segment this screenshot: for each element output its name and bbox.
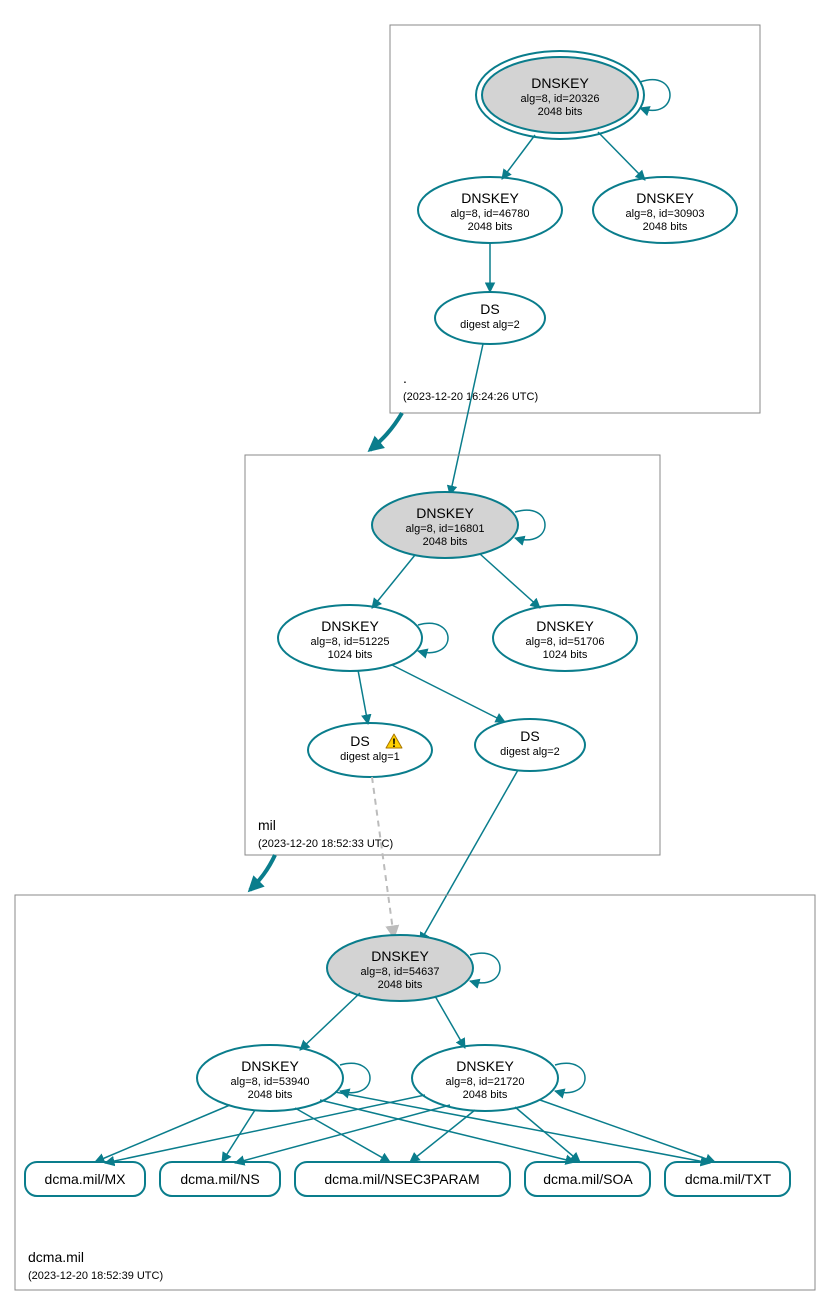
svg-text:1024 bits: 1024 bits [328,649,373,661]
node-dcma-zsk1: DNSKEY alg=8, id=53940 2048 bits [197,1045,343,1111]
svg-text:alg=8, id=20326: alg=8, id=20326 [521,93,600,105]
svg-text:DNSKEY: DNSKEY [461,190,519,206]
svg-text:DS: DS [480,301,499,317]
node-dcma-ns: dcma.mil/NS [160,1162,280,1196]
zone-mil: mil (2023-12-20 18:52:33 UTC) DNSKEY alg… [245,455,660,855]
svg-text:DNSKEY: DNSKEY [241,1058,299,1074]
edge-milds1-to-dcmaksk [372,777,394,938]
svg-text:dcma.mil/NS: dcma.mil/NS [180,1171,259,1187]
svg-text:dcma.mil/SOA: dcma.mil/SOA [543,1171,633,1187]
node-mil-zsk2: DNSKEY alg=8, id=51706 1024 bits [493,605,637,671]
edge-rootds-to-milksk [450,344,483,495]
node-root-ksk: DNSKEY alg=8, id=20326 2048 bits [476,51,644,139]
node-mil-ds1: DS digest alg=1 ! [308,723,432,777]
svg-text:alg=8, id=51225: alg=8, id=51225 [311,636,390,648]
svg-text:digest alg=1: digest alg=1 [340,751,400,763]
node-mil-ds2: DS digest alg=2 [475,719,585,771]
svg-text:2048 bits: 2048 bits [248,1089,293,1101]
node-dcma-nsec3param: dcma.mil/NSEC3PARAM [295,1162,510,1196]
delegation-mil-to-dcma [250,855,275,890]
node-mil-ksk: DNSKEY alg=8, id=16801 2048 bits [372,492,518,558]
svg-text:dcma.mil: dcma.mil [28,1249,84,1265]
zone-root-name: . [403,370,407,386]
node-dcma-ksk: DNSKEY alg=8, id=54637 2048 bits [327,935,473,1001]
zone-root: . (2023-12-20 16:24:26 UTC) DNSKEY alg=8… [390,25,760,413]
node-dcma-zsk2: DNSKEY alg=8, id=21720 2048 bits [412,1045,558,1111]
svg-text:2048 bits: 2048 bits [643,221,688,233]
node-root-ds: DS digest alg=2 [435,292,545,344]
dnssec-chain-diagram: . (2023-12-20 16:24:26 UTC) DNSKEY alg=8… [0,0,828,1299]
node-dcma-txt: dcma.mil/TXT [665,1162,790,1196]
svg-text:alg=8, id=53940: alg=8, id=53940 [231,1076,310,1088]
svg-text:DNSKEY: DNSKEY [636,190,694,206]
svg-text:(2023-12-20 18:52:33 UTC): (2023-12-20 18:52:33 UTC) [258,838,393,850]
svg-text:DNSKEY: DNSKEY [536,618,594,634]
node-root-zsk2: DNSKEY alg=8, id=30903 2048 bits [593,177,737,243]
svg-text:DS: DS [520,728,539,744]
svg-text:alg=8, id=54637: alg=8, id=54637 [361,966,440,978]
svg-text:!: ! [392,736,396,750]
edge-milds2-to-dcmaksk [420,770,518,942]
svg-text:alg=8, id=30903: alg=8, id=30903 [626,208,705,220]
svg-text:alg=8, id=46780: alg=8, id=46780 [451,208,530,220]
svg-text:dcma.mil/NSEC3PARAM: dcma.mil/NSEC3PARAM [324,1171,479,1187]
svg-text:2048 bits: 2048 bits [378,979,423,991]
node-root-zsk1: DNSKEY alg=8, id=46780 2048 bits [418,177,562,243]
svg-text:2048 bits: 2048 bits [423,536,468,548]
svg-text:DS: DS [350,733,369,749]
svg-text:dcma.mil/MX: dcma.mil/MX [45,1171,127,1187]
svg-text:2048 bits: 2048 bits [468,221,513,233]
svg-text:2048 bits: 2048 bits [538,106,583,118]
zone-dcma: dcma.mil (2023-12-20 18:52:39 UTC) DNSKE… [15,895,815,1290]
svg-text:DNSKEY: DNSKEY [416,505,474,521]
node-dcma-mx: dcma.mil/MX [25,1162,145,1196]
delegation-root-to-mil [370,413,402,450]
zone-mil-name: mil [258,817,276,833]
svg-text:1024 bits: 1024 bits [543,649,588,661]
svg-text:DNSKEY: DNSKEY [531,75,589,91]
svg-text:dcma.mil/TXT: dcma.mil/TXT [685,1171,772,1187]
svg-text:alg=8, id=51706: alg=8, id=51706 [526,636,605,648]
svg-text:alg=8, id=21720: alg=8, id=21720 [446,1076,525,1088]
svg-text:(2023-12-20 18:52:39 UTC): (2023-12-20 18:52:39 UTC) [28,1270,163,1282]
svg-text:2048 bits: 2048 bits [463,1089,508,1101]
svg-text:digest alg=2: digest alg=2 [460,319,520,331]
svg-text:DNSKEY: DNSKEY [456,1058,514,1074]
node-dcma-soa: dcma.mil/SOA [525,1162,650,1196]
svg-text:DNSKEY: DNSKEY [371,948,429,964]
svg-text:DNSKEY: DNSKEY [321,618,379,634]
node-mil-zsk1: DNSKEY alg=8, id=51225 1024 bits [278,605,422,671]
svg-text:digest alg=2: digest alg=2 [500,746,560,758]
svg-text:alg=8, id=16801: alg=8, id=16801 [406,523,485,535]
